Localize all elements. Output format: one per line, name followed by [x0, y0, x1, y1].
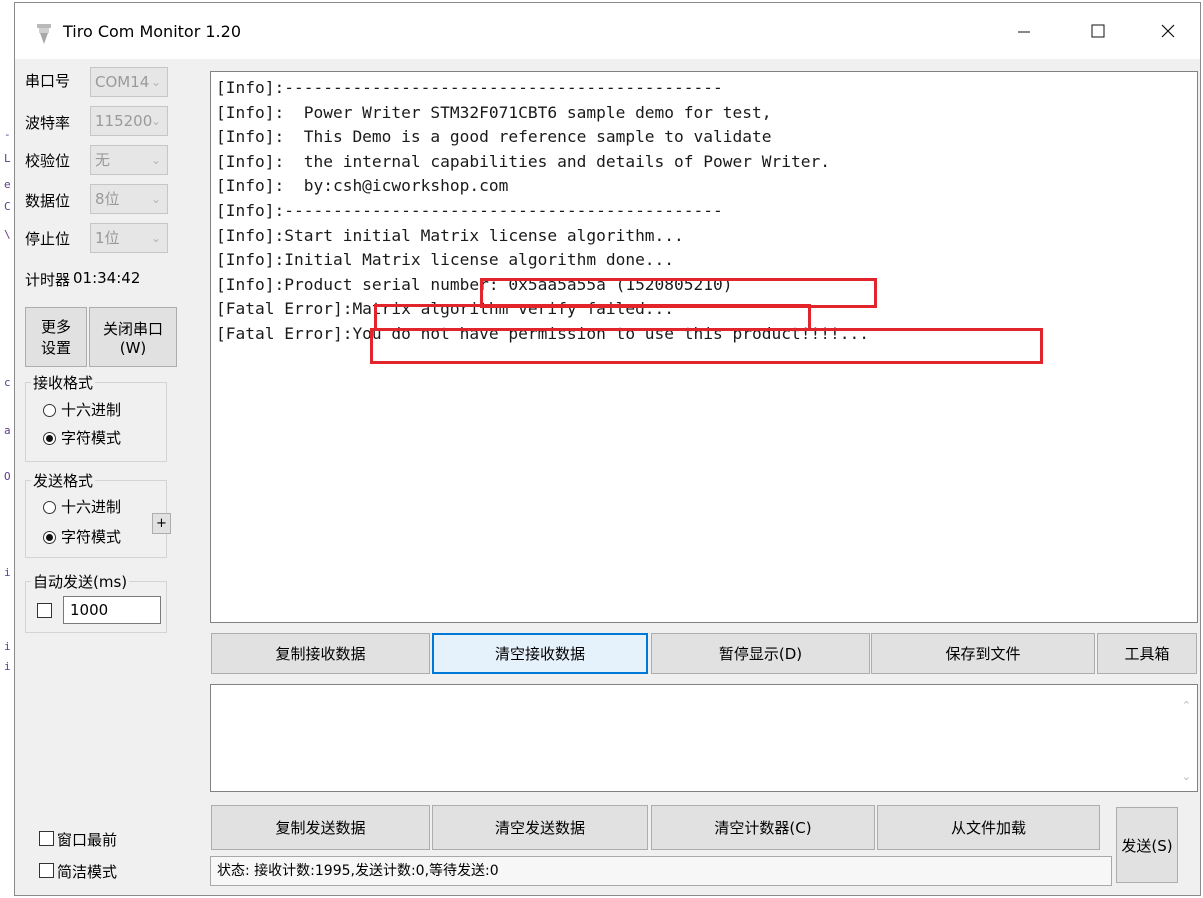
send-char-label: 字符模式 [61, 528, 122, 546]
close-port-line2: (W) [119, 338, 147, 357]
parity-select[interactable]: 无 ⌄ [90, 145, 168, 175]
more-settings-button[interactable]: 更多 设置 [25, 307, 87, 367]
log-line: [Info]:---------------------------------… [216, 200, 723, 220]
close-port-line1: 关闭串口 [102, 319, 163, 338]
receive-textarea[interactable]: [Info]:---------------------------------… [210, 71, 1198, 623]
log-line: [Info]:Start initial Matrix license algo… [216, 225, 684, 245]
window-title: Tiro Com Monitor 1.20 [63, 22, 241, 41]
simple-mode-label: 简洁模式 [57, 863, 118, 881]
databits-label: 数据位 [25, 192, 71, 210]
send-format-plus-button[interactable]: + [152, 513, 171, 534]
log-line: [Info]: the internal capabilities and de… [216, 151, 830, 171]
chevron-down-icon: ⌄ [150, 153, 161, 167]
close-icon [1161, 24, 1175, 38]
receive-char-label: 字符模式 [61, 429, 122, 447]
baud-value: 115200 [95, 112, 153, 130]
stopbits-select[interactable]: 1位 ⌄ [90, 223, 168, 253]
minimize-icon [1018, 31, 1030, 33]
databits-select[interactable]: 8位 ⌄ [90, 184, 168, 214]
baud-select[interactable]: 115200 ⌄ [90, 106, 168, 136]
highlight-box-permission [370, 328, 1043, 364]
receive-format-group [25, 382, 167, 462]
receive-hex-label: 十六进制 [61, 401, 122, 419]
stopbits-label: 停止位 [25, 230, 71, 248]
background-code-strip: -Le C \ c aOi ii [0, 0, 14, 898]
parity-value: 无 [95, 151, 111, 169]
chevron-down-icon: ⌄ [150, 231, 161, 245]
receive-format-title: 接收格式 [31, 372, 96, 393]
port-label: 串口号 [25, 72, 71, 90]
app-window: Tiro Com Monitor 1.20 串口号 COM14 ⌄ 波特率 115… [14, 2, 1201, 896]
receive-hex-radio[interactable] [43, 404, 56, 417]
close-port-button[interactable]: 关闭串口 (W) [89, 307, 177, 367]
status-bar: 状态: 接收计数:1995,发送计数:0,等待发送:0 [210, 856, 1112, 886]
log-line: [Info]: Power Writer STM32F071CBT6 sampl… [216, 102, 772, 122]
auto-send-interval-input[interactable]: 1000 [63, 596, 161, 624]
log-line: [Info]: This Demo is a good reference sa… [216, 127, 772, 147]
more-settings-line1: 更多 [40, 318, 71, 336]
chevron-down-icon: ⌄ [150, 114, 161, 128]
simple-mode-checkbox[interactable] [39, 863, 54, 878]
scroll-up-icon[interactable]: ⌃ [1182, 699, 1191, 712]
clear-received-button[interactable]: 清空接收数据 [432, 633, 648, 674]
more-settings-line2: 设置 [40, 339, 71, 357]
app-icon [37, 24, 51, 44]
baud-label: 波特率 [25, 114, 71, 132]
toolbox-button[interactable]: 工具箱 [1097, 633, 1197, 674]
log-line: [Info]:---------------------------------… [216, 78, 723, 97]
timer-value: 01:34:42 [73, 269, 141, 287]
send-hex-label: 十六进制 [61, 498, 122, 516]
title-bar: Tiro Com Monitor 1.20 [15, 3, 1200, 59]
pause-display-button[interactable]: 暂停显示(D) [651, 633, 870, 674]
minimize-button[interactable] [1001, 13, 1047, 49]
databits-value: 8位 [95, 190, 120, 208]
auto-send-checkbox[interactable] [37, 603, 52, 618]
save-to-file-button[interactable]: 保存到文件 [871, 633, 1095, 674]
copy-sent-button[interactable]: 复制发送数据 [211, 805, 430, 850]
chevron-down-icon: ⌄ [150, 75, 161, 89]
receive-char-radio[interactable] [43, 432, 56, 445]
send-hex-radio[interactable] [43, 501, 56, 514]
auto-send-title: 自动发送(ms) [31, 571, 130, 592]
port-select[interactable]: COM14 ⌄ [90, 67, 168, 97]
send-format-title: 发送格式 [31, 470, 96, 491]
maximize-button[interactable] [1075, 13, 1121, 49]
send-char-radio[interactable] [43, 531, 56, 544]
highlight-box-verify [374, 304, 811, 331]
timer-label: 计时器 [25, 271, 71, 289]
maximize-icon [1091, 24, 1105, 38]
clear-counter-button[interactable]: 清空计数器(C) [651, 805, 875, 850]
stopbits-value: 1位 [95, 229, 120, 247]
window-on-top-label: 窗口最前 [57, 831, 118, 849]
log-line: [Info]:Initial Matrix license algorithm … [216, 250, 675, 270]
clear-sent-button[interactable]: 清空发送数据 [432, 805, 648, 850]
load-from-file-button[interactable]: 从文件加载 [877, 805, 1100, 850]
parity-label: 校验位 [25, 152, 71, 170]
send-textarea[interactable]: ⌃ ⌄ [210, 684, 1198, 792]
chevron-down-icon: ⌄ [150, 192, 161, 206]
copy-received-button[interactable]: 复制接收数据 [211, 633, 430, 674]
window-on-top-checkbox[interactable] [39, 831, 54, 846]
scroll-down-icon[interactable]: ⌄ [1182, 770, 1191, 783]
port-value: COM14 [95, 73, 150, 91]
send-button[interactable]: 发送(S) [1116, 807, 1178, 883]
close-button[interactable] [1145, 13, 1191, 49]
log-line: [Info]: by:csh@icworkshop.com [216, 176, 509, 196]
